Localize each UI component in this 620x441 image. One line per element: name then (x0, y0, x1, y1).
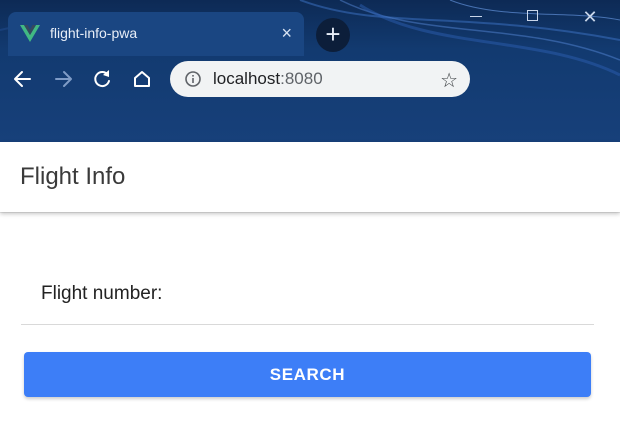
bookmark-star-icon[interactable]: ☆ (440, 68, 458, 93)
app-bar: Flight Info (0, 142, 620, 212)
window-minimize-button[interactable] (456, 6, 496, 28)
new-tab-button[interactable]: + (316, 18, 350, 52)
back-icon[interactable] (10, 66, 36, 92)
window-maximize-button[interactable] (512, 6, 552, 28)
page-title: Flight Info (20, 163, 126, 190)
search-button[interactable]: SEARCH (24, 352, 591, 397)
flight-number-label: Flight number: (41, 283, 163, 304)
address-url[interactable]: localhost:8080 (213, 69, 323, 89)
vue-logo-icon (20, 25, 40, 42)
site-info-icon[interactable] (184, 70, 202, 88)
home-icon[interactable] (129, 66, 155, 92)
window-close-button[interactable]: ✕ (570, 6, 610, 28)
tab-title: flight-info-pwa (50, 25, 138, 41)
url-host: localhost (213, 69, 281, 88)
reload-icon[interactable] (89, 66, 115, 92)
tab-close-icon[interactable]: × (281, 23, 292, 43)
url-port: :8080 (280, 69, 323, 88)
address-bar[interactable]: localhost:8080 ☆ (170, 61, 470, 97)
browser-tab[interactable]: flight-info-pwa × (8, 12, 304, 56)
forward-icon[interactable] (50, 66, 76, 92)
flight-number-field[interactable]: Flight number: (21, 270, 594, 325)
browser-chrome: ✕ flight-info-pwa × + localhost:8080 ☆ (0, 0, 620, 142)
